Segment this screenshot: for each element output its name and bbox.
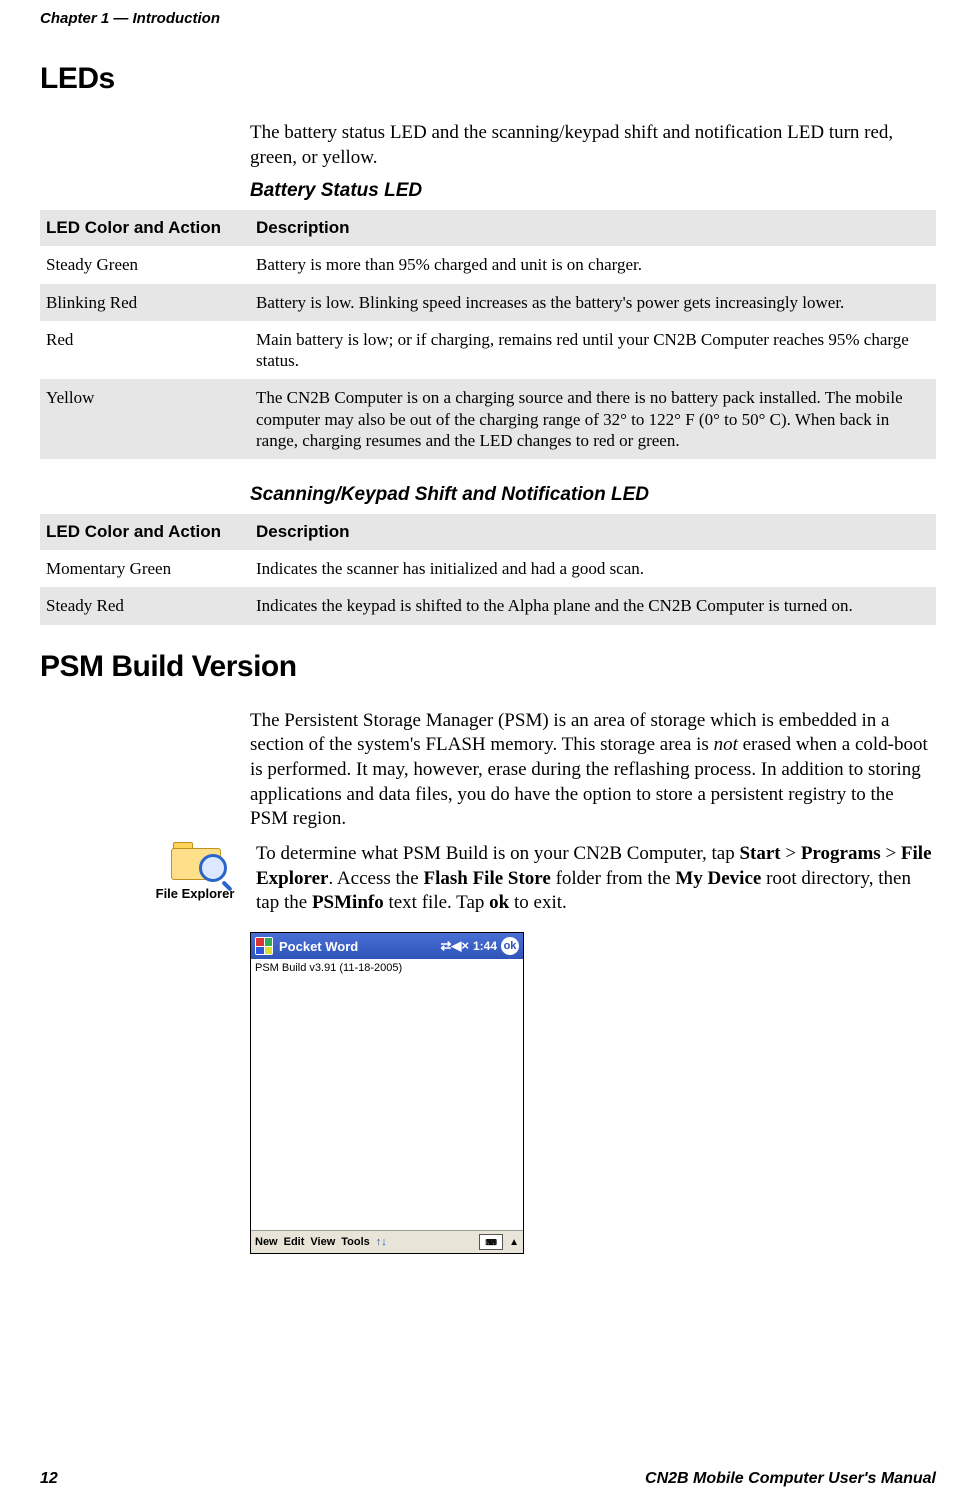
menu-tools[interactable]: Tools [341, 1236, 370, 1248]
keyboard-icon[interactable]: ⌨ [479, 1234, 503, 1250]
heading-leds: LEDs [40, 62, 936, 96]
subhead-battery-status: Battery Status LED [250, 180, 936, 202]
file-explorer-icon: File Explorer [140, 842, 250, 901]
table-header: Description [250, 514, 936, 550]
table-scanning-led: LED Color and Action Description Momenta… [40, 514, 936, 625]
chapter-header: Chapter 1 — Introduction [40, 10, 936, 27]
leds-intro-text: The battery status LED and the scanning/… [250, 121, 936, 170]
menu-edit[interactable]: Edit [284, 1236, 305, 1248]
menu-up-arrow-icon[interactable]: ▲ [509, 1237, 519, 1248]
menu-view[interactable]: View [310, 1236, 335, 1248]
table-cell: Momentary Green [40, 550, 250, 587]
table-battery-status-led: LED Color and Action Description Steady … [40, 210, 936, 459]
ss-menubar: New Edit View Tools ↑↓ ⌨ ▲ [251, 1230, 523, 1253]
heading-psm: PSM Build Version [40, 650, 936, 684]
ok-button[interactable]: ok [501, 937, 519, 955]
file-explorer-label: File Explorer [140, 886, 250, 901]
table-cell: Blinking Red [40, 284, 250, 321]
table-cell: Red [40, 321, 250, 380]
psm-paragraph-1: The Persistent Storage Manager (PSM) is … [250, 709, 936, 832]
page-number: 12 [40, 1470, 58, 1488]
table-cell: Main battery is low; or if charging, rem… [250, 321, 936, 380]
ss-clock: 1:44 [473, 939, 497, 953]
psm-build-text: PSM Build v3.91 (11-18-2005) [255, 962, 402, 974]
table-header: LED Color and Action [40, 514, 250, 550]
ss-titlebar: Pocket Word ⇄ ◀× 1:44 ok [251, 933, 523, 959]
table-cell: The CN2B Computer is on a charging sourc… [250, 379, 936, 459]
table-header: LED Color and Action [40, 210, 250, 246]
ss-app-title: Pocket Word [279, 939, 358, 954]
table-cell: Steady Red [40, 587, 250, 624]
sync-icon[interactable]: ↑↓ [376, 1236, 387, 1248]
psm-paragraph-2: To determine what PSM Build is on your C… [256, 842, 936, 916]
windows-start-icon[interactable] [255, 937, 273, 955]
table-cell: Steady Green [40, 246, 250, 283]
connectivity-icon: ⇄ [440, 938, 451, 954]
menu-new[interactable]: New [255, 1236, 278, 1248]
table-cell: Battery is more than 95% charged and uni… [250, 246, 936, 283]
ss-document-body: PSM Build v3.91 (11-18-2005) [251, 959, 523, 1230]
table-cell: Indicates the scanner has initialized an… [250, 550, 936, 587]
table-cell: Battery is low. Blinking speed increases… [250, 284, 936, 321]
pocket-word-screenshot: Pocket Word ⇄ ◀× 1:44 ok PSM Build v3.91… [250, 932, 524, 1254]
subhead-scanning-led: Scanning/Keypad Shift and Notification L… [250, 484, 936, 506]
volume-icon: ◀× [451, 938, 469, 954]
document-title: CN2B Mobile Computer User's Manual [645, 1470, 936, 1488]
table-cell: Indicates the keypad is shifted to the A… [250, 587, 936, 624]
table-cell: Yellow [40, 379, 250, 459]
table-header: Description [250, 210, 936, 246]
